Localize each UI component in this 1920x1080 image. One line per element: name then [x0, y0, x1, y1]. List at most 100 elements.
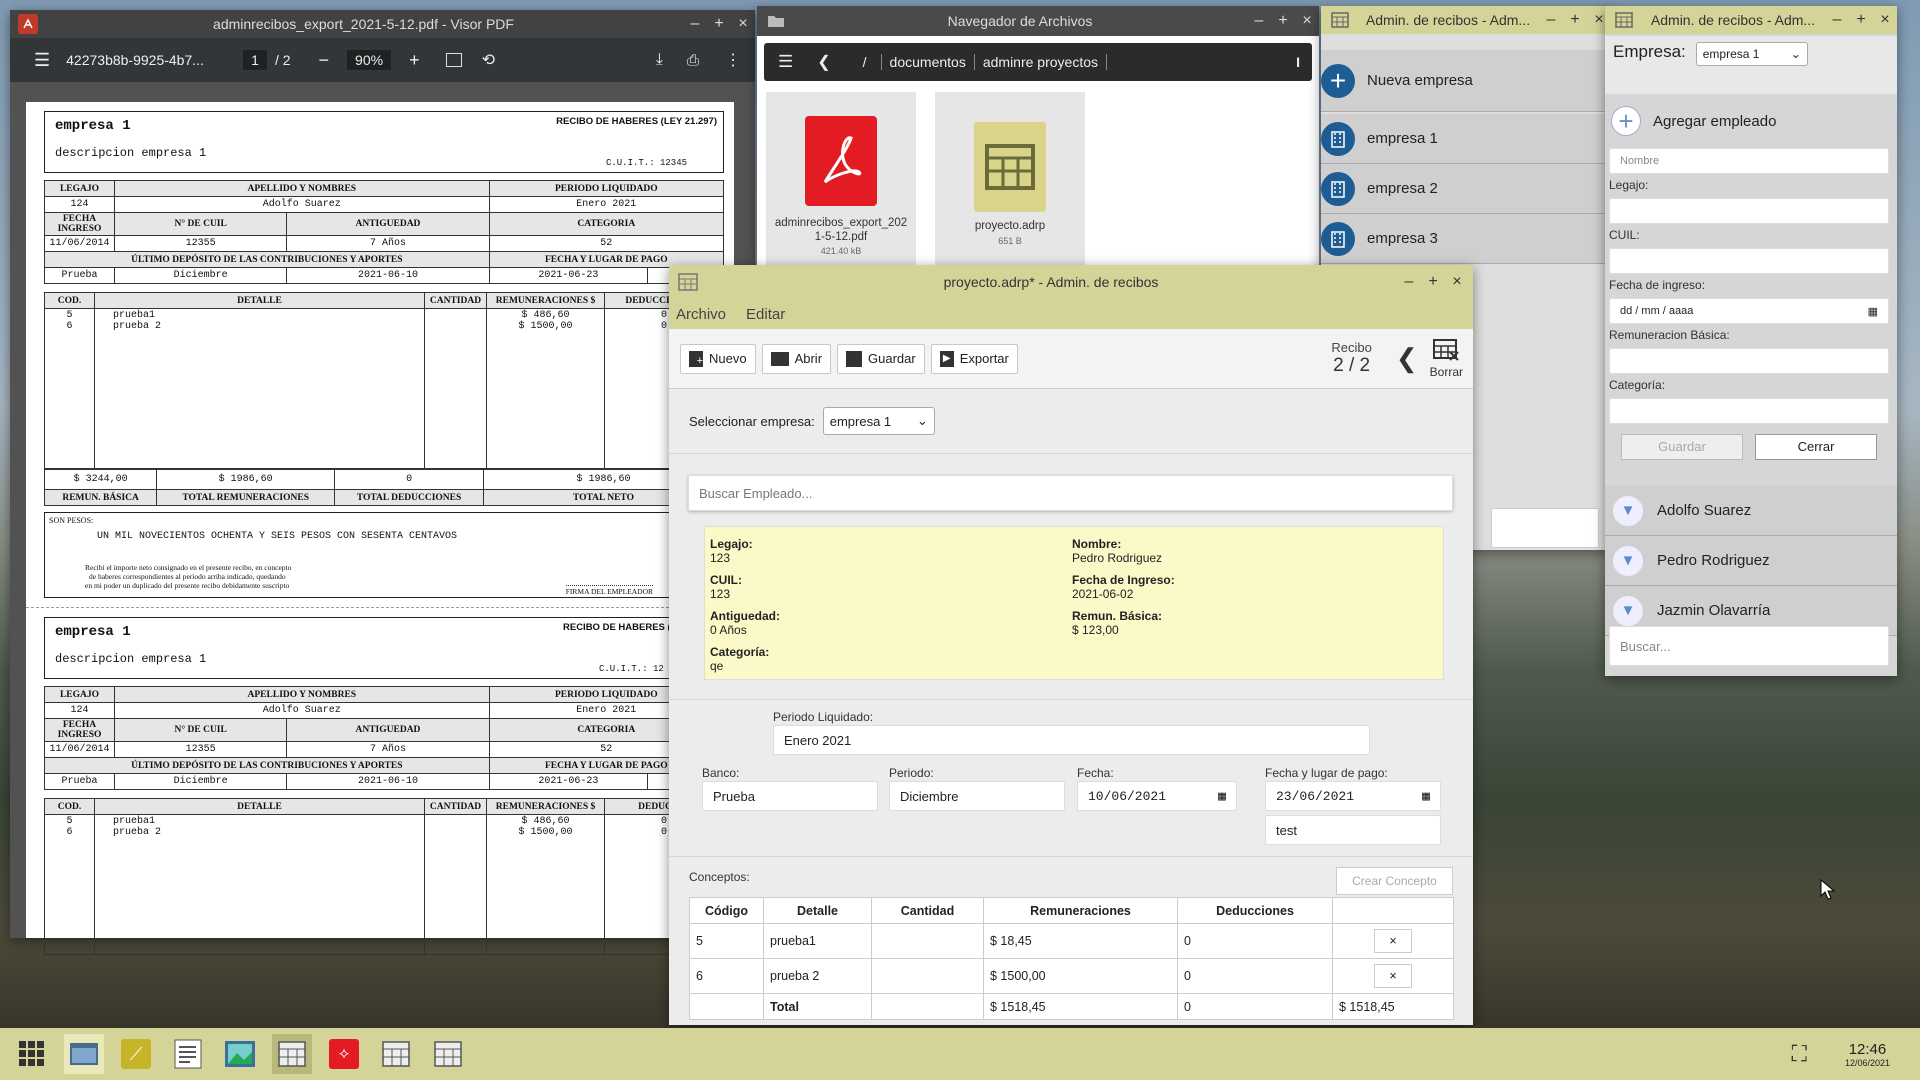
- periodo-input[interactable]: Diciembre: [889, 781, 1065, 811]
- calendar-icon[interactable]: ▦: [1218, 789, 1226, 804]
- cell[interactable]: $ 18,45: [983, 923, 1178, 959]
- companies-title-bar[interactable]: Admin. de recibos - Adm... – + ×: [1321, 6, 1611, 34]
- company-item-2[interactable]: empresa 2: [1321, 164, 1611, 214]
- close-button[interactable]: ×: [731, 15, 755, 33]
- file-manager-icon[interactable]: [64, 1034, 104, 1074]
- borrar-button[interactable]: Borrar: [1430, 338, 1463, 379]
- clock[interactable]: 12:46 12/06/2021: [1845, 1041, 1890, 1068]
- employee-item-1[interactable]: ▼ Adolfo Suarez: [1605, 486, 1897, 536]
- cerrar-button[interactable]: Cerrar: [1755, 434, 1877, 460]
- cell[interactable]: [871, 923, 984, 959]
- path-adminre[interactable]: adminre proyectos: [975, 54, 1107, 70]
- fullscreen-icon[interactable]: ⛶: [1792, 1041, 1807, 1067]
- zoom-out-icon[interactable]: −: [319, 50, 330, 71]
- delete-row-button[interactable]: ×: [1374, 964, 1412, 988]
- text-editor-icon[interactable]: [168, 1034, 208, 1074]
- cell[interactable]: 0: [1177, 958, 1333, 994]
- fecha-ingreso-input[interactable]: dd / mm / aaaa ▦: [1609, 298, 1889, 324]
- minimize-button[interactable]: –: [1247, 12, 1271, 30]
- new-company-button[interactable]: + Nueva empresa: [1321, 50, 1611, 112]
- recibos-app-icon-2[interactable]: [376, 1034, 416, 1074]
- path-root[interactable]: /: [849, 54, 882, 70]
- minimize-button[interactable]: –: [683, 15, 707, 33]
- main-title-bar[interactable]: proyecto.adrp* - Admin. de recibos – + ×: [669, 265, 1473, 299]
- crear-concepto-button[interactable]: Crear Concepto: [1336, 867, 1453, 895]
- categoria-input[interactable]: [1609, 398, 1889, 424]
- empresa-select[interactable]: empresa 1 ⌄: [1695, 42, 1808, 66]
- nombre-input[interactable]: Nombre: [1609, 148, 1889, 174]
- maximize-button[interactable]: +: [707, 15, 731, 33]
- cuil-input[interactable]: [1609, 248, 1889, 274]
- text-cursor-icon[interactable]: I: [1296, 54, 1300, 70]
- lugar-pago-input[interactable]: test: [1265, 815, 1441, 845]
- recibos-app-icon-3[interactable]: [428, 1034, 468, 1074]
- file-browser-title-bar[interactable]: Navegador de Archivos – + ×: [757, 6, 1319, 36]
- guardar-button[interactable]: Guardar: [1621, 434, 1743, 460]
- calendar-icon[interactable]: ▦: [1422, 789, 1430, 804]
- company-item-3[interactable]: empresa 3: [1321, 214, 1611, 264]
- remun-input[interactable]: [1609, 348, 1889, 374]
- employee-item-2[interactable]: ▼ Pedro Rodriguez: [1605, 536, 1897, 586]
- legajo-input[interactable]: [1609, 198, 1889, 224]
- pdf-viewer-task-icon[interactable]: ⟡: [324, 1034, 364, 1074]
- cell[interactable]: prueba1: [763, 923, 872, 959]
- add-employee-button[interactable]: + Agregar empleado: [1605, 98, 1897, 144]
- employees-title-bar[interactable]: Admin. de recibos - Adm... – + ×: [1605, 6, 1897, 34]
- employee-search-input[interactable]: Buscar...: [1609, 626, 1889, 666]
- th: CANTIDAD: [424, 798, 487, 815]
- menu-editar[interactable]: Editar: [746, 306, 785, 323]
- download-icon[interactable]: ⤓: [656, 51, 663, 69]
- maximize-button[interactable]: +: [1563, 11, 1587, 29]
- maximize-button[interactable]: +: [1849, 11, 1873, 29]
- close-button[interactable]: ×: [1295, 12, 1319, 30]
- fecha-value: 10/06/2021: [1088, 788, 1167, 804]
- cell[interactable]: $ 1500,00: [983, 958, 1178, 994]
- cell[interactable]: prueba 2: [763, 958, 872, 994]
- back-icon[interactable]: ❮: [817, 52, 830, 72]
- exportar-button[interactable]: ▶ Exportar: [930, 343, 1018, 374]
- close-button[interactable]: ×: [1873, 11, 1897, 29]
- print-icon[interactable]: ⎙: [687, 52, 699, 69]
- company-item-1[interactable]: empresa 1: [1321, 114, 1611, 164]
- zoom-in-icon[interactable]: +: [409, 50, 420, 71]
- page-input[interactable]: 1: [243, 50, 267, 70]
- path-documentos[interactable]: documentos: [882, 54, 975, 70]
- fit-page-icon[interactable]: [445, 53, 462, 67]
- image-viewer-icon[interactable]: [220, 1034, 260, 1074]
- zoom-level[interactable]: 90%: [347, 50, 392, 70]
- companies-input[interactable]: [1491, 508, 1599, 548]
- periodo-liquidado-input[interactable]: Enero 2021: [773, 725, 1370, 755]
- fecha-input[interactable]: 10/06/2021 ▦: [1077, 781, 1237, 811]
- cell[interactable]: [871, 958, 984, 994]
- maximize-button[interactable]: +: [1421, 273, 1445, 291]
- calculator-icon[interactable]: ⟋: [116, 1034, 156, 1074]
- rotate-icon[interactable]: ⟲: [482, 50, 495, 70]
- cell[interactable]: 6: [689, 958, 764, 994]
- guardar-button[interactable]: Guardar: [837, 343, 925, 374]
- abrir-button[interactable]: Abrir: [761, 343, 832, 374]
- app-grid-icon[interactable]: [12, 1034, 52, 1074]
- menu-icon[interactable]: ☰: [778, 52, 793, 72]
- empresa-select[interactable]: empresa 1 ⌄: [822, 407, 935, 435]
- file-item-adrp[interactable]: proyecto.adrp 651 B: [935, 92, 1085, 268]
- calendar-icon[interactable]: ▦: [1868, 305, 1878, 318]
- file-item-pdf[interactable]: adminrecibos_export_2021-5-12.pdf 421.40…: [766, 92, 916, 268]
- recibos-app-icon-1[interactable]: [272, 1034, 312, 1074]
- minimize-button[interactable]: –: [1825, 11, 1849, 29]
- maximize-button[interactable]: +: [1271, 12, 1295, 30]
- cell[interactable]: 5: [689, 923, 764, 959]
- menu-archivo[interactable]: Archivo: [676, 306, 726, 323]
- pdf-title-bar[interactable]: adminrecibos_export_2021-5-12.pdf - Viso…: [10, 10, 755, 38]
- nuevo-button[interactable]: + Nuevo: [680, 343, 756, 374]
- more-icon[interactable]: ⋮: [725, 50, 741, 70]
- menu-icon[interactable]: ☰: [34, 50, 50, 71]
- banco-input[interactable]: Prueba: [702, 781, 878, 811]
- cell[interactable]: 0: [1177, 923, 1333, 959]
- prev-recibo-icon[interactable]: ❮: [1396, 343, 1418, 374]
- delete-row-button[interactable]: ×: [1374, 929, 1412, 953]
- close-button[interactable]: ×: [1445, 273, 1469, 291]
- minimize-button[interactable]: –: [1539, 11, 1563, 29]
- fecha-pago-input[interactable]: 23/06/2021 ▦: [1265, 781, 1441, 811]
- minimize-button[interactable]: –: [1397, 273, 1421, 291]
- buscar-empleado-input[interactable]: Buscar Empleado...: [688, 475, 1453, 511]
